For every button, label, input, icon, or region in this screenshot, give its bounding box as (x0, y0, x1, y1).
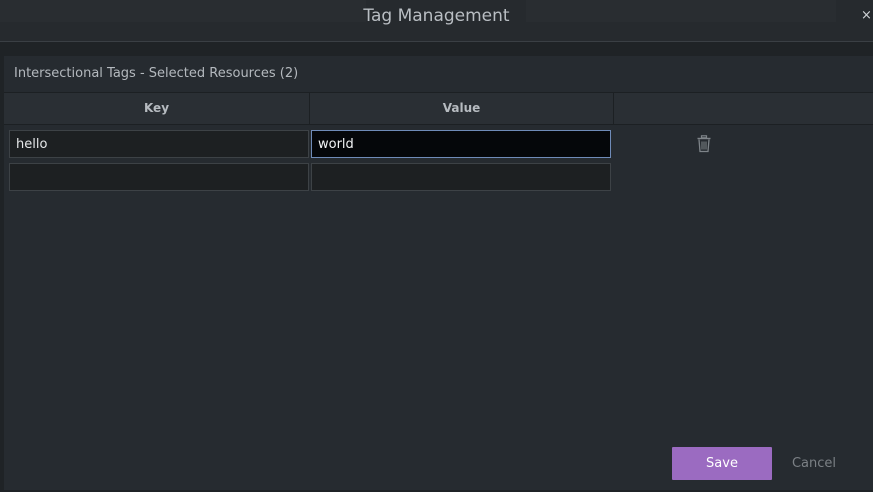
column-header-value: Value (310, 93, 614, 124)
table-header: Key Value (4, 92, 873, 125)
tag-key-input[interactable] (9, 130, 309, 158)
tag-value-input[interactable] (311, 130, 611, 158)
modal-title: Tag Management (363, 6, 510, 26)
new-tag-value-input[interactable] (311, 163, 611, 191)
column-header-actions (614, 93, 873, 124)
modal-body: Intersectional Tags - Selected Resources… (4, 56, 873, 490)
section-title: Intersectional Tags - Selected Resources… (14, 66, 299, 81)
cancel-button[interactable]: Cancel (778, 447, 850, 480)
save-button[interactable]: Save (672, 447, 772, 480)
trash-icon[interactable] (696, 135, 712, 153)
close-button[interactable]: × (861, 8, 873, 24)
column-header-key: Key (4, 93, 310, 124)
new-tag-key-input[interactable] (9, 163, 309, 191)
modal-header: Tag Management × (0, 0, 873, 42)
